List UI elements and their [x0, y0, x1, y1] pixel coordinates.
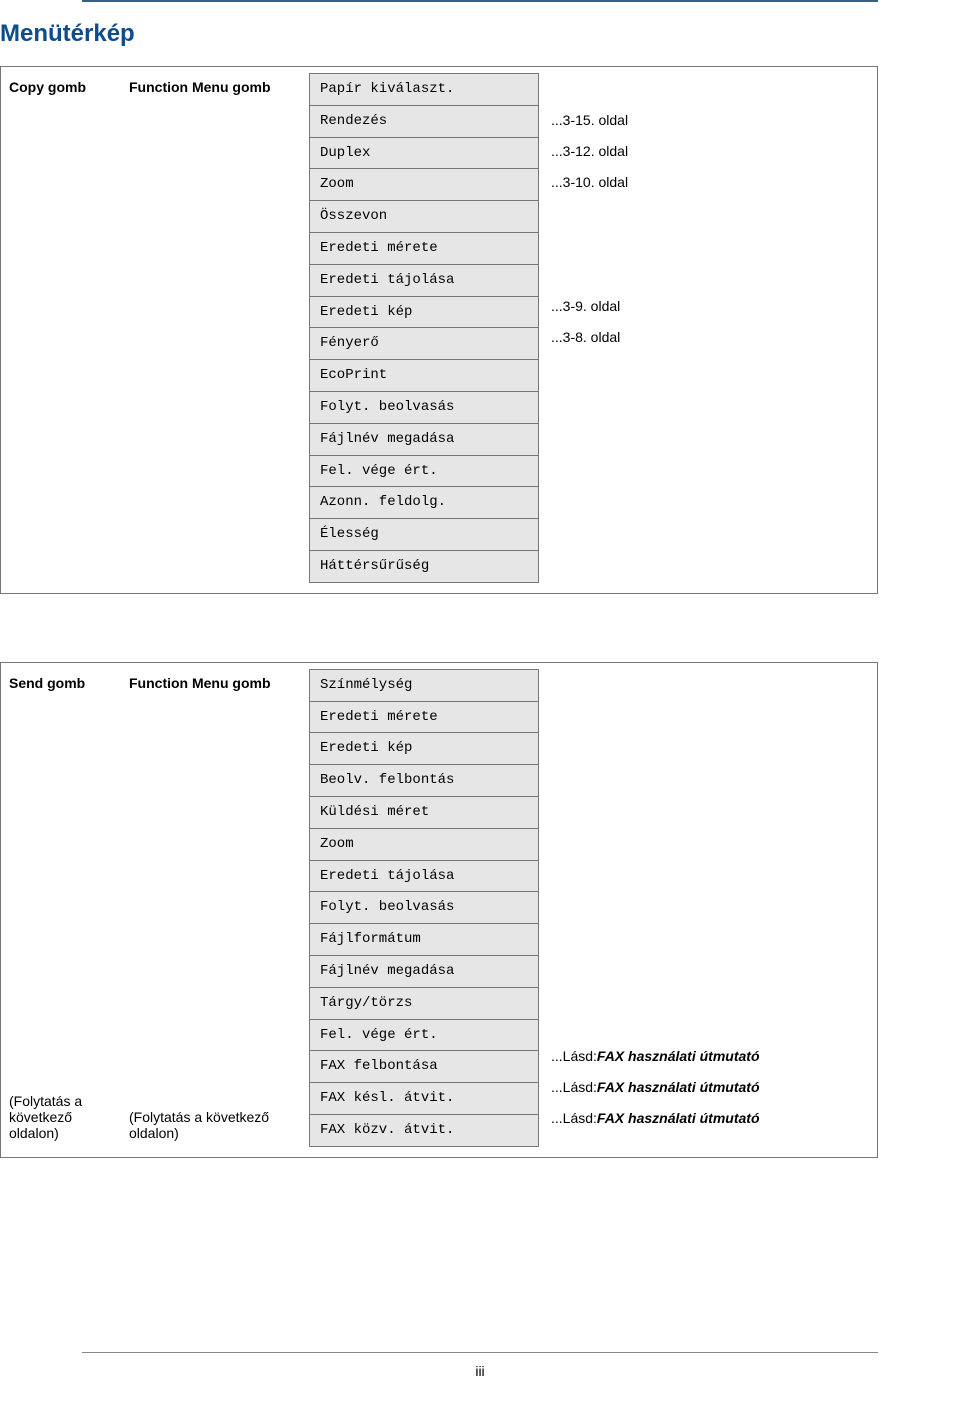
menu-item: Azonn. feldolg. — [310, 487, 538, 519]
menu-item: Eredeti kép — [310, 733, 538, 765]
page-ref — [539, 762, 869, 793]
menu-item: Élesség — [310, 519, 538, 551]
page-ref — [539, 259, 869, 290]
page-ref — [539, 228, 869, 259]
menu-item: Papír kiválaszt. — [310, 74, 538, 106]
page-ref: ...3-8. oldal — [539, 321, 869, 352]
menu-item: Fel. vége ért. — [310, 1020, 538, 1052]
page-ref — [539, 538, 869, 569]
copy-menu-list: Papír kiválaszt.RendezésDuplexZoomÖsszev… — [309, 73, 539, 583]
page-ref — [539, 445, 869, 476]
col-function-menu-gomb: Function Menu gomb — [129, 73, 309, 101]
menu-item: Eredeti mérete — [310, 702, 538, 734]
footer-rule — [82, 1352, 878, 1353]
page-ref — [539, 352, 869, 383]
page-ref — [539, 197, 869, 228]
menu-item: Eredeti mérete — [310, 233, 538, 265]
menu-item: Fájlnév megadása — [310, 956, 538, 988]
page-title: Menütérkép — [0, 20, 878, 48]
menu-item: Eredeti tájolása — [310, 265, 538, 297]
page-ref: ...Lásd: FAX használati útmutató — [539, 1041, 869, 1072]
menu-item: Színmélység — [310, 670, 538, 702]
menu-item: Eredeti kép — [310, 297, 538, 329]
send-menu-list: SzínmélységEredeti méreteEredeti képBeol… — [309, 669, 539, 1147]
page-ref — [539, 476, 869, 507]
menu-item: Eredeti tájolása — [310, 861, 538, 893]
page-ref — [539, 507, 869, 538]
continuation-note-b: (Folytatás a következő oldalon) — [129, 1103, 309, 1147]
menu-item: Rendezés — [310, 106, 538, 138]
menu-item: Tárgy/törzs — [310, 988, 538, 1020]
menu-item: Fájlnév megadása — [310, 424, 538, 456]
menu-item: Fényerő — [310, 328, 538, 360]
page-ref — [539, 948, 869, 979]
page-ref: ...3-12. oldal — [539, 135, 869, 166]
page-ref — [539, 73, 869, 104]
page-ref — [539, 383, 869, 414]
page-ref — [539, 669, 869, 700]
page-ref — [539, 414, 869, 445]
col-send-gomb: Send gomb — [9, 675, 123, 691]
copy-menu-block: Copy gomb Function Menu gomb Papír kivál… — [0, 66, 878, 594]
page-ref — [539, 886, 869, 917]
menu-item: Fel. vége ért. — [310, 456, 538, 488]
top-rule — [82, 0, 878, 2]
page-ref: ...3-9. oldal — [539, 290, 869, 321]
ref-prefix: ...Lásd: — [551, 1110, 597, 1126]
page-ref — [539, 793, 869, 824]
menu-item: FAX közv. átvit. — [310, 1115, 538, 1147]
col-copy-gomb: Copy gomb — [9, 73, 129, 101]
page-ref — [539, 979, 869, 1010]
page-ref: ...3-15. oldal — [539, 104, 869, 135]
page-ref — [539, 824, 869, 855]
menu-item: Folyt. beolvasás — [310, 392, 538, 424]
send-menu-block: Send gomb Function Menu gomb Színmélység… — [0, 662, 878, 1158]
page-ref: ...3-10. oldal — [539, 166, 869, 197]
ref-title: FAX használati útmutató — [597, 1110, 760, 1126]
page-ref — [539, 1010, 869, 1041]
menu-item: Duplex — [310, 138, 538, 170]
menu-item: Zoom — [310, 169, 538, 201]
menu-item: Folyt. beolvasás — [310, 892, 538, 924]
page-number: iii — [0, 1363, 960, 1379]
menu-item: EcoPrint — [310, 360, 538, 392]
menu-item: Összevon — [310, 201, 538, 233]
menu-item: Beolv. felbontás — [310, 765, 538, 797]
page-ref — [539, 917, 869, 948]
menu-item: Fájlformátum — [310, 924, 538, 956]
col-function-menu-gomb-2: Function Menu gomb — [129, 675, 303, 691]
menu-item: Küldési méret — [310, 797, 538, 829]
menu-item: FAX késl. átvit. — [310, 1083, 538, 1115]
menu-item: FAX felbontása — [310, 1051, 538, 1083]
ref-prefix: ...Lásd: — [551, 1048, 597, 1064]
ref-title: FAX használati útmutató — [597, 1048, 760, 1064]
page-ref — [539, 700, 869, 731]
page-ref — [539, 731, 869, 762]
continuation-note-a: (Folytatás a következő oldalon) — [9, 1087, 129, 1147]
page-ref — [539, 855, 869, 886]
menu-item: Zoom — [310, 829, 538, 861]
page-ref: ...Lásd: FAX használati útmutató — [539, 1103, 869, 1134]
menu-item: Háttérsűrűség — [310, 551, 538, 583]
